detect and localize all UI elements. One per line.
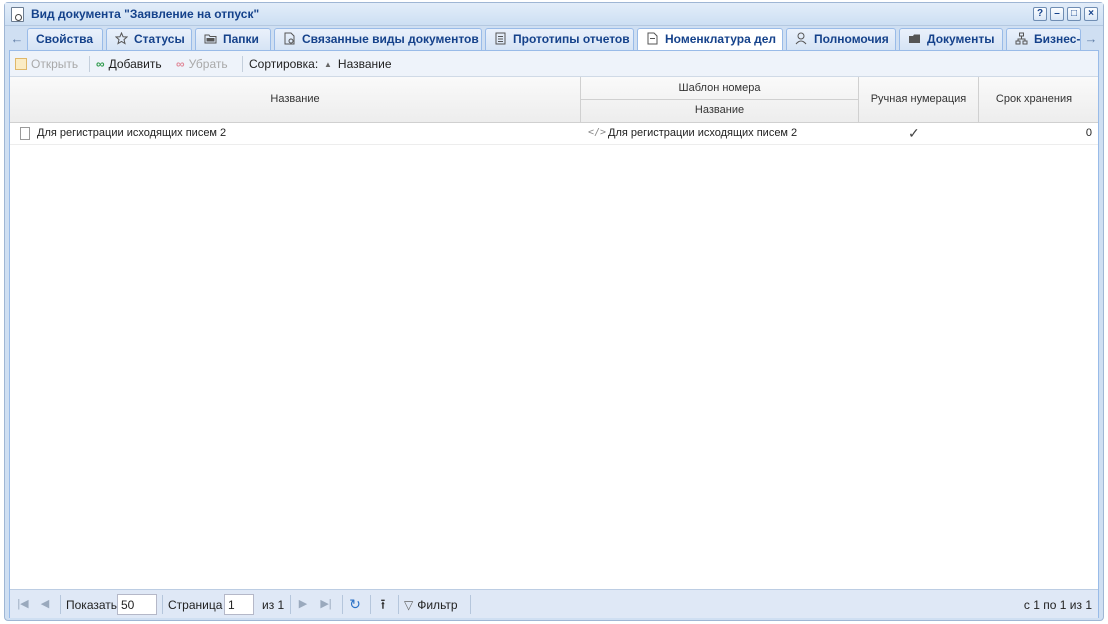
pager-separator bbox=[398, 595, 399, 614]
paging-summary: с 1 по 1 из 1 bbox=[1023, 598, 1092, 612]
link-remove-icon: ∞ bbox=[176, 57, 185, 71]
last-page-icon[interactable]: ▶| bbox=[319, 597, 333, 611]
tab-label: Бизнес- bbox=[1034, 32, 1081, 46]
tab-folders[interactable]: Папки bbox=[195, 28, 271, 50]
tab-related-doc-types[interactable]: Связанные виды документов bbox=[274, 28, 482, 50]
page-label: Страница bbox=[168, 598, 223, 612]
grid-toolbar: Открыть ∞ Добавить ∞ Убрать Сортировка: ▲ Н… bbox=[10, 51, 1098, 77]
file-icon bbox=[20, 127, 30, 140]
report-icon bbox=[494, 31, 507, 45]
show-label: Показать bbox=[66, 598, 118, 612]
folder-icon bbox=[204, 31, 217, 44]
filter-button[interactable]: ▽ Фильтр bbox=[404, 598, 458, 612]
pager-separator bbox=[370, 595, 371, 614]
filter-icon: ▽ bbox=[404, 598, 414, 612]
help-button[interactable]: ? bbox=[1033, 7, 1047, 21]
file-icon bbox=[646, 31, 659, 45]
table-row[interactable]: Для регистрации исходящих писем 2 </> Дл… bbox=[10, 123, 1098, 145]
tab-scroll-left-icon[interactable]: ← bbox=[9, 30, 25, 48]
remove-button[interactable]: ∞ Убрать bbox=[176, 57, 228, 71]
org-chart-icon bbox=[1015, 31, 1028, 45]
pager-separator bbox=[60, 595, 61, 614]
folder-doc-icon bbox=[908, 31, 921, 44]
tab-label: Полномочия bbox=[814, 32, 889, 46]
page-count-label: из 1 bbox=[262, 598, 285, 612]
window-titlebar[interactable]: Вид документа "Заявление на отпуск" ? – … bbox=[5, 3, 1103, 26]
manual-numbering-check-icon: ✓ bbox=[908, 125, 920, 141]
column-name-header[interactable]: Название bbox=[10, 93, 580, 105]
paging-toolbar: |◀ ◀ Показать Страница из 1 ▶ ▶| ↻ ⭱ ▽Фи… bbox=[10, 589, 1098, 618]
prev-page-icon[interactable]: ◀ bbox=[38, 597, 52, 611]
sort-label: Сортировка: bbox=[249, 57, 319, 71]
remove-label: Убрать bbox=[188, 57, 228, 71]
tab-permissions[interactable]: Полномочия bbox=[786, 28, 896, 50]
code-template-icon: </> bbox=[588, 127, 607, 138]
user-key-icon bbox=[795, 31, 808, 45]
tab-report-prototypes[interactable]: Прототипы отчетов bbox=[485, 28, 634, 50]
document-settings-icon bbox=[11, 7, 24, 22]
sort-name-button[interactable]: ▲ Название bbox=[324, 57, 392, 71]
open-icon bbox=[15, 58, 27, 70]
tab-label: Папки bbox=[223, 32, 259, 46]
open-label: Открыть bbox=[31, 57, 79, 71]
minimize-button[interactable]: – bbox=[1050, 7, 1064, 21]
page-number-input[interactable] bbox=[224, 594, 254, 615]
tab-label: Связанные виды документов bbox=[302, 32, 479, 46]
add-label: Добавить bbox=[108, 57, 162, 71]
page-size-input[interactable] bbox=[117, 594, 157, 615]
row-retention: 0 bbox=[1085, 127, 1092, 139]
row-name: Для регистрации исходящих писем 2 bbox=[37, 127, 227, 139]
tab-scroll-right-icon[interactable]: → bbox=[1083, 30, 1099, 48]
column-retention-header[interactable]: Срок хранения bbox=[979, 93, 1089, 105]
row-template: Для регистрации исходящих писем 2 bbox=[608, 127, 798, 139]
pager-separator bbox=[290, 595, 291, 614]
tab-label: Номенклатура дел bbox=[665, 32, 777, 46]
tab-label: Документы bbox=[927, 32, 995, 46]
toolbar-separator bbox=[242, 56, 243, 72]
refresh-icon[interactable]: ↻ bbox=[348, 597, 362, 611]
tab-case-nomenclature[interactable]: Номенклатура дел bbox=[637, 28, 783, 51]
tab-label: Статусы bbox=[134, 32, 185, 46]
open-button[interactable]: Открыть bbox=[15, 57, 78, 71]
sort-field-label: Название bbox=[337, 57, 392, 71]
grid-header: Название Шаблон номера Название Ручная н… bbox=[10, 77, 1098, 123]
nomenclature-panel: Открыть ∞ Добавить ∞ Убрать Сортировка: ▲ Н… bbox=[9, 50, 1099, 618]
tab-label: Свойства bbox=[36, 32, 94, 46]
column-template-group-header: Шаблон номера bbox=[678, 82, 761, 94]
maximize-button[interactable]: □ bbox=[1067, 7, 1081, 21]
sort-asc-icon: ▲ bbox=[324, 60, 332, 69]
column-manual-numbering-header[interactable]: Ручная нумерация bbox=[859, 93, 978, 105]
star-icon bbox=[114, 31, 129, 45]
export-icon[interactable]: ⭱ bbox=[376, 597, 390, 611]
add-button[interactable]: ∞ Добавить bbox=[96, 57, 162, 71]
toolbar-separator bbox=[89, 56, 90, 72]
tab-business[interactable]: Бизнес- bbox=[1006, 28, 1081, 50]
tab-documents[interactable]: Документы bbox=[899, 28, 1003, 50]
header-divider bbox=[581, 99, 858, 100]
pager-separator bbox=[162, 595, 163, 614]
pager-separator bbox=[470, 595, 471, 614]
tab-statuses[interactable]: Статусы bbox=[106, 28, 192, 50]
column-template-name-header[interactable]: Название bbox=[581, 104, 858, 116]
close-button[interactable]: × bbox=[1084, 7, 1098, 21]
tab-bar: ← Свойства Статусы Папки Связанные виды … bbox=[5, 26, 1103, 51]
first-page-icon[interactable]: |◀ bbox=[16, 597, 30, 611]
tab-label: Прототипы отчетов bbox=[513, 32, 630, 46]
pager-separator bbox=[342, 595, 343, 614]
filter-label: Фильтр bbox=[417, 598, 458, 612]
next-page-icon[interactable]: ▶ bbox=[296, 597, 310, 611]
window-title: Вид документа "Заявление на отпуск" bbox=[31, 7, 260, 21]
tab-properties[interactable]: Свойства bbox=[27, 28, 103, 50]
link-add-icon: ∞ bbox=[96, 57, 105, 71]
doc-link-icon bbox=[283, 31, 296, 45]
document-type-window: Вид документа "Заявление на отпуск" ? – … bbox=[4, 2, 1104, 621]
